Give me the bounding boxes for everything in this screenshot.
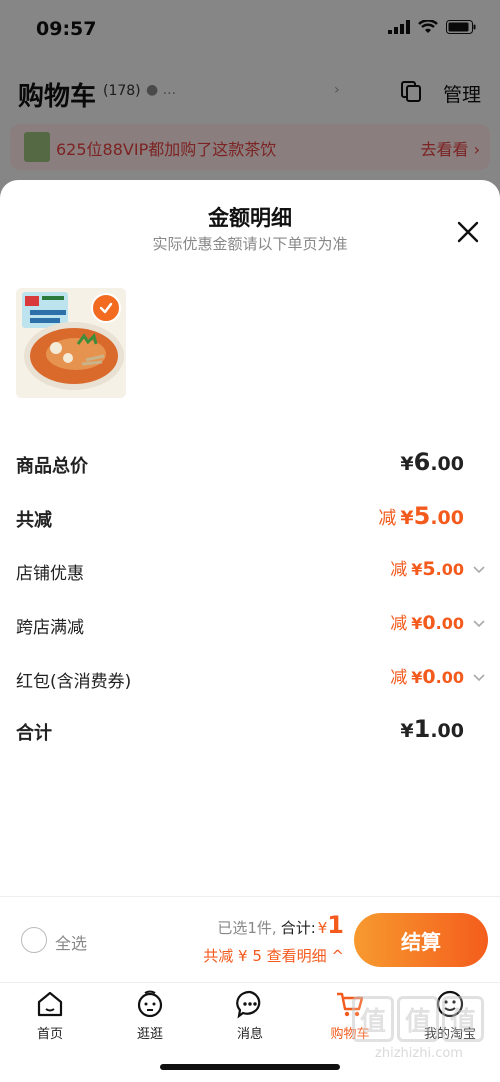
total-currency: ¥	[317, 919, 328, 937]
currency-symbol: ¥	[400, 507, 414, 529]
currency-symbol: ¥	[400, 453, 414, 475]
row-value: 减 ¥ 5 .00	[390, 555, 464, 580]
watermark-char: 值	[397, 996, 439, 1042]
row-value: 减 ¥ 5 .00	[378, 502, 464, 530]
row-label: 跨店满减	[16, 618, 84, 638]
tab-browse[interactable]: 逛逛	[110, 989, 190, 1049]
row-total-price: 商品总价 ¥ 6 .00	[16, 446, 486, 482]
tab-label: 逛逛	[136, 1027, 163, 1042]
total-amount: 1	[327, 911, 344, 939]
row-label: 合计	[16, 723, 52, 744]
message-icon	[236, 990, 261, 1019]
row-value: 减 ¥ 0 .00	[390, 609, 464, 634]
currency-symbol: ¥	[411, 614, 423, 633]
amount-decimal: .00	[430, 720, 464, 742]
selected-count-text: 已选1件,	[217, 919, 277, 937]
sheet-title: 金额明细	[208, 206, 292, 230]
price-detail-sheet: 金额明细 实际优惠金额请以下单页为准 商品总价 ¥ 6 .00 共减 减 ¥ 5…	[0, 180, 500, 896]
row-label: 共减	[16, 510, 52, 531]
row-label: 商品总价	[16, 456, 88, 477]
discount-prefix: 减	[390, 614, 408, 634]
chevron-down-icon[interactable]	[472, 670, 486, 684]
select-all-label[interactable]: 全选	[55, 930, 87, 954]
row-cross-store-discount[interactable]: 跨店满减 减 ¥ 0 .00	[16, 607, 486, 643]
home-icon	[37, 991, 63, 1017]
amount-integer: 0	[422, 612, 436, 634]
row-grand-total: 合计 ¥ 1 .00	[16, 713, 486, 749]
row-value: ¥ 6 .00	[400, 448, 464, 476]
tab-label: 首页	[36, 1027, 63, 1042]
total-label: 合计:	[280, 919, 316, 937]
discount-prefix: 减	[390, 668, 408, 688]
chevron-down-icon[interactable]	[472, 562, 486, 576]
select-all-checkbox[interactable]	[21, 927, 47, 953]
close-icon[interactable]	[456, 220, 480, 244]
chevron-down-icon[interactable]	[472, 616, 486, 630]
watermark-domain: zhizhizhi.com	[375, 1046, 463, 1061]
amount-decimal: .00	[435, 614, 464, 633]
amount-integer: 6	[413, 448, 431, 476]
checkout-button[interactable]: 结算	[354, 913, 488, 967]
discount-prefix: 减	[378, 508, 397, 529]
amount-decimal: .00	[430, 453, 464, 475]
amount-decimal: .00	[430, 507, 464, 529]
row-value: ¥ 1 .00	[400, 715, 464, 743]
amount-integer: 5	[413, 502, 431, 530]
row-label: 店铺优惠	[16, 564, 84, 584]
background-page: 09:57 购物车 (178) ● ... › 管理 625位88VIP都加购了…	[0, 0, 500, 200]
currency-symbol: ¥	[411, 560, 423, 579]
tab-label: 消息	[236, 1027, 263, 1042]
amount-decimal: .00	[435, 560, 464, 579]
dim-overlay	[0, 0, 500, 200]
row-label: 红包(含消费券)	[16, 672, 132, 692]
discount-prefix: 减	[390, 560, 408, 580]
amount-decimal: .00	[435, 668, 464, 687]
amount-integer: 0	[422, 666, 436, 688]
row-store-discount[interactable]: 店铺优惠 减 ¥ 5 .00	[16, 553, 486, 589]
currency-symbol: ¥	[400, 720, 414, 742]
selection-summary: 已选1件, 合计: ¥ 1	[217, 911, 344, 939]
view-details-link[interactable]: 共减 ¥ 5 查看明细 ^	[203, 945, 344, 966]
browse-icon	[137, 990, 163, 1018]
row-total-discount: 共减 减 ¥ 5 .00	[16, 500, 486, 536]
tab-home[interactable]: 首页	[10, 989, 90, 1049]
currency-symbol: ¥	[411, 668, 423, 687]
watermark: 值 值 值 zhizhizhi.com	[352, 996, 486, 1061]
watermark-char: 值	[352, 996, 394, 1042]
check-icon	[99, 302, 113, 314]
product-checkbox[interactable]	[91, 293, 121, 323]
sheet-subtitle: 实际优惠金额请以下单页为准	[152, 235, 348, 253]
watermark-char: 值	[442, 996, 484, 1042]
checkout-bar: 全选 已选1件, 合计: ¥ 1 共减 ¥ 5 查看明细 ^ 结算	[0, 896, 500, 982]
row-value: 减 ¥ 0 .00	[390, 663, 464, 688]
amount-integer: 1	[413, 715, 431, 743]
tab-messages[interactable]: 消息	[210, 989, 290, 1049]
amount-integer: 5	[422, 558, 436, 580]
row-red-packet[interactable]: 红包(含消费券) 减 ¥ 0 .00	[16, 661, 486, 697]
home-indicator	[160, 1064, 340, 1070]
